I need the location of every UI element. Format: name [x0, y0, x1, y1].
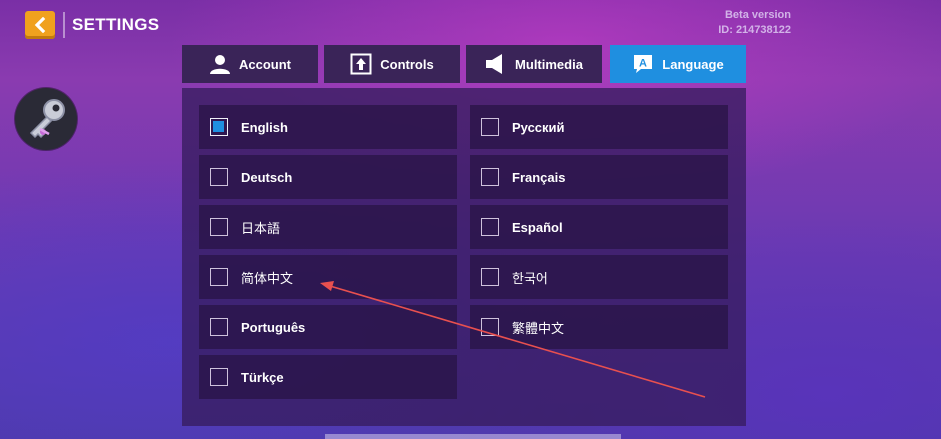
language-label: Русский — [512, 119, 565, 135]
tab-language-label: Language — [662, 56, 724, 72]
checkbox[interactable] — [481, 218, 499, 236]
language-label: 日本語 — [241, 221, 281, 237]
checkbox[interactable] — [210, 368, 228, 386]
arrow-up-box-icon — [350, 53, 372, 75]
language-icon-glyph: A — [639, 58, 647, 70]
language-option-korean[interactable]: 한국어 — [470, 255, 728, 299]
language-option-traditional-chinese[interactable]: 繁體中文 — [470, 305, 728, 349]
checkbox[interactable] — [481, 318, 499, 336]
language-option-russian[interactable]: Русский — [470, 105, 728, 149]
language-option-simplified-chinese[interactable]: 简体中文 — [199, 255, 457, 299]
checkbox[interactable] — [210, 168, 228, 186]
speaker-icon — [485, 53, 507, 75]
tab-account[interactable]: Account — [182, 45, 318, 83]
language-label: Deutsch — [241, 169, 293, 185]
checkbox[interactable] — [481, 168, 499, 186]
language-label: Español — [512, 219, 563, 235]
top-bar: SETTINGS Beta version ID: 214738122 — [0, 0, 941, 50]
checkbox[interactable] — [210, 218, 228, 236]
language-label: Português — [241, 319, 306, 335]
language-option-portuguese[interactable]: Português — [199, 305, 457, 349]
tab-language[interactable]: A Language — [610, 45, 746, 83]
back-button[interactable] — [25, 11, 55, 39]
language-label: Français — [512, 169, 566, 185]
language-label: English — [241, 119, 288, 135]
page-title: SETTINGS — [72, 15, 160, 34]
language-label: Türkçe — [241, 369, 284, 385]
chevron-left-icon — [34, 17, 46, 33]
tab-account-label: Account — [239, 56, 291, 72]
key-icon — [29, 99, 65, 139]
language-label: 简体中文 — [241, 271, 294, 287]
language-option-english[interactable]: English — [199, 105, 457, 149]
tab-controls[interactable]: Controls — [324, 45, 460, 83]
language-option-japanese[interactable]: 日本語 — [199, 205, 457, 249]
language-option-french[interactable]: Français — [470, 155, 728, 199]
language-option-deutsch[interactable]: Deutsch — [199, 155, 457, 199]
checkbox-checked[interactable] — [210, 118, 228, 136]
tab-multimedia[interactable]: Multimedia — [466, 45, 602, 83]
tab-controls-label: Controls — [380, 56, 434, 72]
language-option-turkish[interactable]: Türkçe — [199, 355, 457, 399]
person-icon — [209, 53, 231, 75]
checkbox[interactable] — [481, 268, 499, 286]
language-option-spanish[interactable]: Español — [470, 205, 728, 249]
checkbox[interactable] — [481, 118, 499, 136]
version-label: Beta version — [724, 9, 791, 21]
checkbox[interactable] — [210, 268, 228, 286]
language-label: 한국어 — [512, 271, 548, 287]
bottom-strip — [325, 434, 621, 439]
player-id-label: ID: 214738122 — [718, 24, 791, 36]
tab-multimedia-label: Multimedia — [515, 56, 583, 72]
language-icon: A — [632, 53, 654, 75]
title-divider — [63, 12, 65, 38]
language-panel: English Deutsch 日本語 简体中文 Português Türkç… — [182, 88, 746, 426]
checkbox[interactable] — [210, 318, 228, 336]
language-label: 繁體中文 — [512, 321, 565, 337]
avatar[interactable] — [15, 88, 77, 150]
